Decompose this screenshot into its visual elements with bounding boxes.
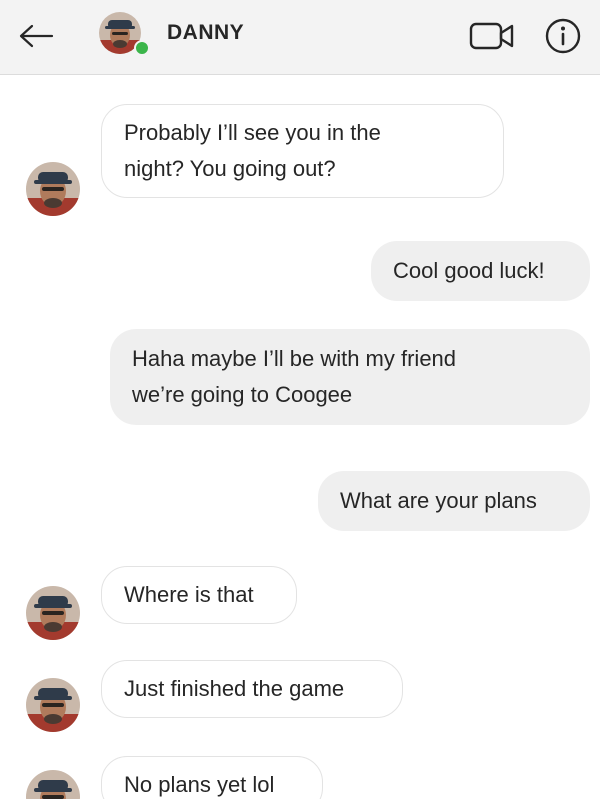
message-bubble-incoming[interactable]: Probably I’ll see you in the night? You … <box>101 104 504 198</box>
message-text-line: Haha maybe I’ll be with my friend <box>132 346 457 371</box>
info-circle-icon <box>545 18 581 54</box>
message-text-line: What are your plans <box>340 488 537 513</box>
video-call-button[interactable] <box>466 18 518 54</box>
message-bubble-outgoing[interactable]: What are your plans <box>318 471 590 531</box>
sender-avatar[interactable] <box>26 162 80 216</box>
message-bubble-outgoing[interactable]: Cool good luck! <box>371 241 590 301</box>
message-bubble-incoming[interactable]: Just finished the game <box>101 660 403 718</box>
message-bubble-incoming[interactable]: Where is that <box>101 566 297 624</box>
sender-avatar[interactable] <box>26 770 80 799</box>
online-indicator <box>134 40 150 56</box>
message-text-line: Just finished the game <box>124 676 345 701</box>
contact-name[interactable]: DANNY <box>167 21 244 45</box>
sender-avatar[interactable] <box>26 586 80 640</box>
message-text-line: night? You going out? <box>124 156 336 181</box>
chat-header: DANNY <box>0 0 600 75</box>
message-text-line: Where is that <box>124 582 254 607</box>
chat-screen: DANNY Probably I’ll see you in the night… <box>0 0 600 799</box>
video-camera-icon <box>469 22 514 50</box>
info-button[interactable] <box>543 16 583 56</box>
message-text-line: Cool good luck! <box>393 258 545 283</box>
sender-avatar[interactable] <box>26 678 80 732</box>
message-bubble-incoming[interactable]: No plans yet lol <box>101 756 323 799</box>
message-text-line: Probably I’ll see you in the <box>124 120 381 145</box>
message-text-line: No plans yet lol <box>124 772 275 797</box>
arrow-left-icon <box>19 24 54 48</box>
back-button[interactable] <box>16 18 56 54</box>
message-text-line: we’re going to Coogee <box>132 382 353 407</box>
message-bubble-outgoing[interactable]: Haha maybe I’ll be with my friend we’re … <box>110 329 590 425</box>
